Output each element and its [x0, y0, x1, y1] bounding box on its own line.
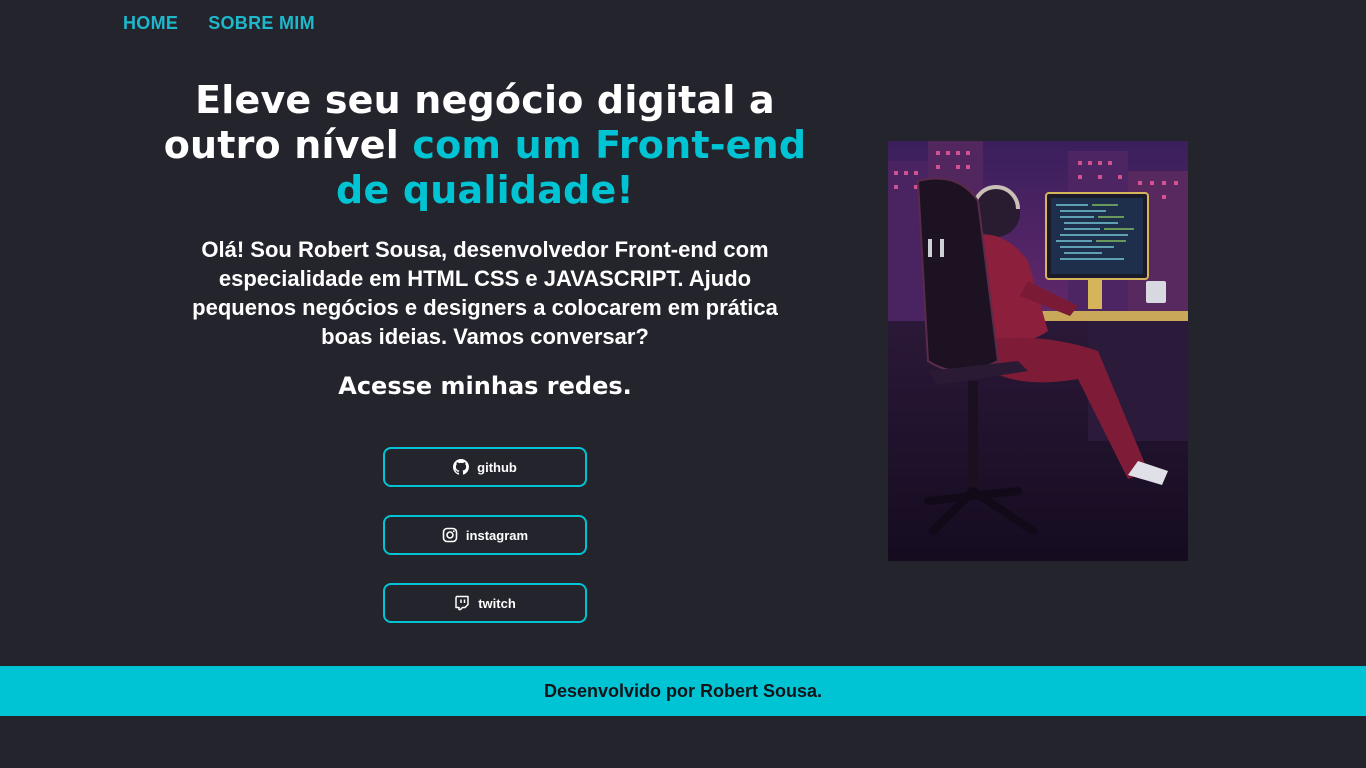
footer-credit: Desenvolvido por Robert Sousa.: [543, 680, 823, 701]
github-icon: [453, 459, 470, 475]
instagram-icon: [442, 527, 458, 543]
twitch-label: twitch: [478, 595, 516, 611]
instagram-label: instagram: [465, 527, 529, 543]
top-nav: HOME SOBRE MIM: [123, 13, 315, 34]
developer-illustration: [888, 141, 1188, 561]
headline-accent: com um Front-end de qualidade!: [336, 123, 807, 212]
nav-home-link[interactable]: HOME: [123, 13, 178, 34]
github-button[interactable]: github: [383, 447, 587, 487]
footer: Desenvolvido por Robert Sousa.: [0, 666, 1366, 716]
page: HOME SOBRE MIM Eleve seu negócio digital…: [0, 0, 1366, 768]
github-label: github: [477, 459, 517, 475]
page-title: Eleve seu negócio digital a outro nível …: [145, 78, 825, 213]
intro-text: Olá! Sou Robert Sousa, desenvolvedor Fro…: [192, 237, 778, 349]
nav-about-link[interactable]: SOBRE MIM: [208, 13, 315, 34]
instagram-button[interactable]: instagram: [383, 515, 587, 555]
twitch-button[interactable]: twitch: [383, 583, 587, 623]
twitch-icon: [454, 595, 470, 611]
networks-title: Acesse minhas redes.: [338, 372, 632, 400]
hero-section: Eleve seu negócio digital a outro nível …: [145, 78, 825, 402]
